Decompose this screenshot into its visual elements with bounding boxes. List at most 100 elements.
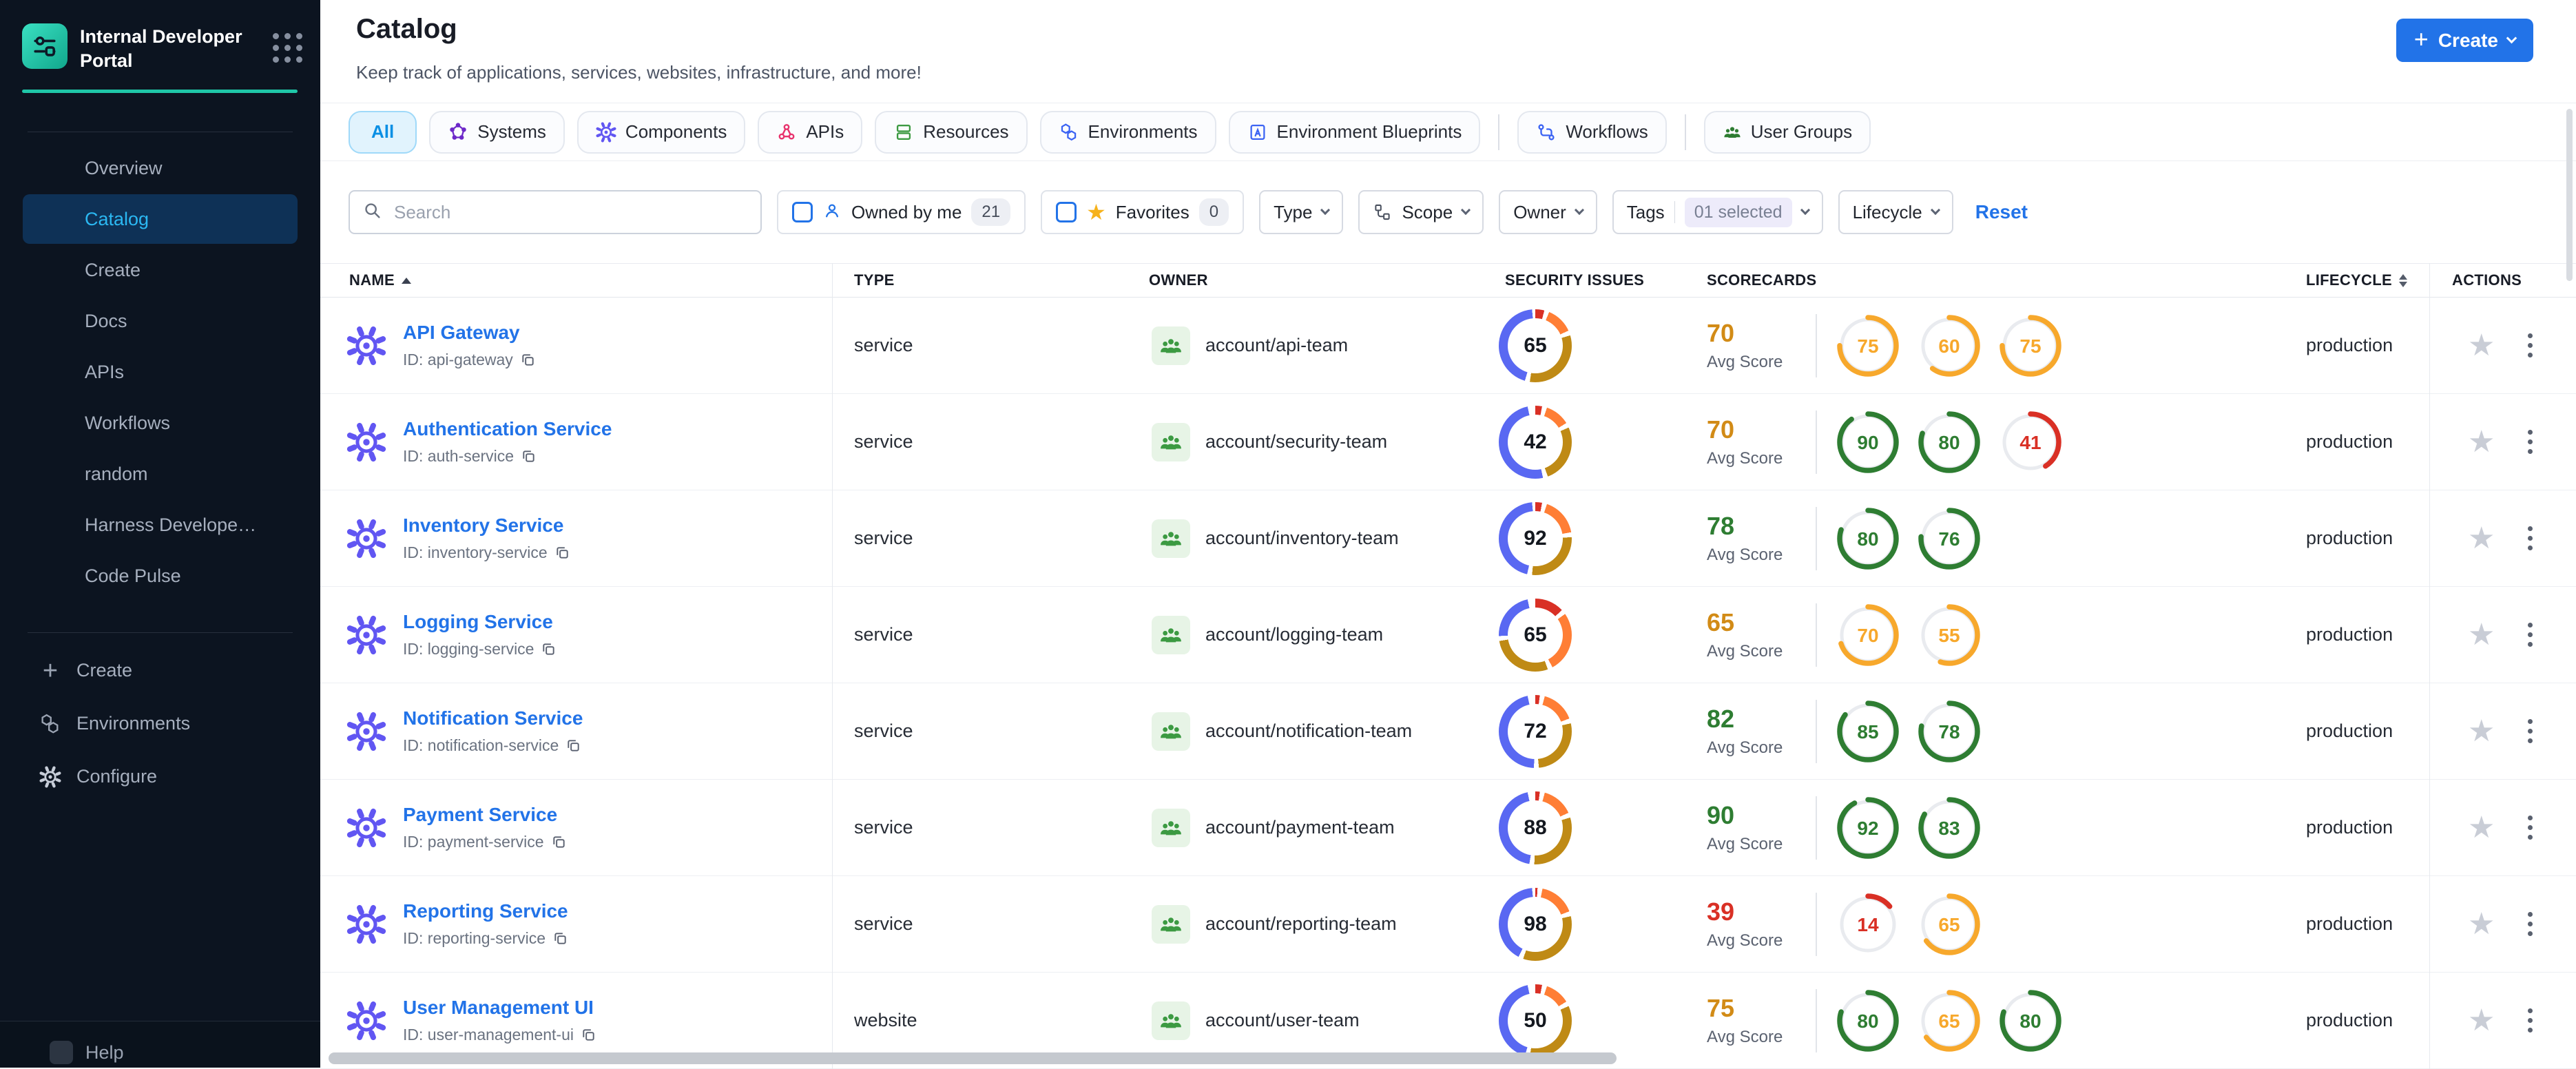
avg-score: 82 Avg Score [1707, 705, 1798, 758]
owner-name: account/security-team [1205, 431, 1388, 452]
entity-id: ID: inventory-service [403, 543, 570, 562]
sidebar-item-docs[interactable]: Docs [23, 296, 298, 346]
favorites-checkbox[interactable] [1056, 202, 1077, 222]
column-header-security-issues[interactable]: SECURITY ISSUES [1486, 271, 1686, 289]
row-menu-icon[interactable] [2524, 1004, 2537, 1037]
favorite-star-icon[interactable]: ★ [2468, 812, 2495, 843]
entity-name-link[interactable]: Notification Service [403, 707, 583, 729]
create-button[interactable]: + Create [2396, 19, 2533, 62]
entity-name-link[interactable]: API Gateway [403, 322, 536, 344]
sidebar-item-environments[interactable]: Environments [0, 697, 320, 750]
copy-icon[interactable] [521, 448, 537, 464]
search-input[interactable] [393, 200, 748, 224]
entity-name-link[interactable]: User Management UI [403, 997, 596, 1019]
column-header-type[interactable]: TYPE [832, 271, 1128, 289]
name-stack: Logging Service ID: logging-service [403, 611, 557, 658]
avg-score-label: Avg Score [1707, 1028, 1783, 1046]
favorite-star-icon[interactable]: ★ [2468, 426, 2495, 457]
tab-workflows[interactable]: Workflows [1517, 110, 1667, 154]
chevron-down-icon [1800, 205, 1810, 216]
row-menu-icon[interactable] [2524, 908, 2537, 940]
sidebar-item-overview[interactable]: Overview [23, 143, 298, 193]
copy-icon[interactable] [554, 545, 570, 561]
tab-components[interactable]: Components [577, 110, 746, 154]
column-header-lifecycle[interactable]: LIFECYCLE [2258, 271, 2429, 289]
sidebar-item-create[interactable]: + Create [0, 644, 320, 697]
copy-icon[interactable] [541, 641, 557, 657]
favorite-star-icon[interactable]: ★ [2468, 619, 2495, 650]
blueprints-icon [1247, 122, 1268, 143]
column-header-actions[interactable]: ACTIONS [2429, 271, 2576, 289]
tab-apis[interactable]: APIs [758, 110, 863, 154]
sidebar-item-help[interactable]: Help [0, 1041, 320, 1064]
row-menu-icon[interactable] [2524, 715, 2537, 747]
owned-by-me-filter[interactable]: Owned by me 21 [777, 190, 1026, 234]
vertical-scrollbar-thumb[interactable] [2566, 109, 2573, 281]
entity-name-link[interactable]: Payment Service [403, 804, 567, 826]
sidebar-item-workflows[interactable]: Workflows [23, 398, 298, 448]
sidebar-item-random[interactable]: random [23, 449, 298, 499]
tab-label: Environments [1088, 121, 1198, 142]
actions-cell: ★ [2429, 426, 2576, 458]
sidebar-item-label: Create [76, 660, 133, 681]
favorites-filter[interactable]: ★ Favorites 0 [1041, 190, 1245, 234]
sidebar-item-code-pulse[interactable]: Code Pulse [23, 551, 298, 601]
row-menu-icon[interactable] [2524, 619, 2537, 651]
favorite-star-icon[interactable]: ★ [2468, 716, 2495, 747]
entity-name-link[interactable]: Logging Service [403, 611, 557, 633]
horizontal-scrollbar-thumb[interactable] [329, 1052, 1617, 1064]
filter-type[interactable]: Type [1259, 190, 1344, 234]
copy-icon[interactable] [581, 1027, 596, 1043]
kind-tabs: All Systems Components APIs Resources Environ… [320, 103, 2576, 161]
tab-label: All [371, 121, 395, 142]
sidebar-item-harness-develope[interactable]: Harness Develope… [23, 500, 298, 550]
favorite-star-icon[interactable]: ★ [2468, 523, 2495, 554]
owned-by-me-checkbox[interactable] [792, 202, 813, 222]
filter-owner[interactable]: Owner [1499, 190, 1597, 234]
row-menu-icon[interactable] [2524, 426, 2537, 458]
reset-filters-button[interactable]: Reset [1975, 201, 2028, 223]
sidebar-item-catalog[interactable]: Catalog [23, 194, 298, 245]
copy-icon[interactable] [565, 738, 581, 754]
star-icon: ★ [1086, 200, 1106, 225]
column-header-name[interactable]: NAME [320, 271, 832, 289]
copy-icon[interactable] [552, 931, 568, 946]
app-switcher-icon[interactable] [273, 33, 302, 63]
team-icon [1152, 1001, 1190, 1040]
favorite-star-icon[interactable]: ★ [2468, 330, 2495, 361]
page-subtitle: Keep track of applications, services, we… [356, 62, 922, 83]
name-stack: Payment Service ID: payment-service [403, 804, 567, 851]
tab-user-groups[interactable]: User Groups [1703, 110, 1871, 154]
search-box [349, 190, 762, 234]
tab-systems[interactable]: Systems [429, 110, 565, 154]
row-menu-icon[interactable] [2524, 329, 2537, 362]
tab-resources[interactable]: Resources [875, 110, 1028, 154]
component-gear-icon [346, 422, 386, 462]
copy-icon[interactable] [520, 352, 536, 368]
sidebar-item-apis[interactable]: APIs [23, 347, 298, 397]
accent-bar [22, 90, 298, 94]
tab-environment-blueprints[interactable]: Environment Blueprints [1228, 110, 1481, 154]
entity-name-link[interactable]: Reporting Service [403, 900, 568, 922]
tab-all[interactable]: All [349, 110, 417, 154]
entity-name-link[interactable]: Authentication Service [403, 418, 612, 440]
tab-label: Components [625, 121, 727, 142]
sidebar-item-create[interactable]: Create [23, 245, 298, 295]
filter-lifecycle[interactable]: Lifecycle [1838, 190, 1953, 234]
copy-icon[interactable] [551, 834, 567, 850]
security-issues-gauge: 92 [1499, 501, 1572, 575]
favorite-star-icon[interactable]: ★ [2468, 909, 2495, 940]
tab-environments[interactable]: Environments [1039, 110, 1216, 154]
column-header-scorecards[interactable]: SCORECARDS [1686, 271, 2258, 289]
entity-name-link[interactable]: Inventory Service [403, 515, 570, 537]
row-menu-icon[interactable] [2524, 522, 2537, 554]
scorecards-cell: 82 Avg Score 85 78 [1686, 698, 2258, 765]
filter-tags[interactable]: Tags 01 selected [1612, 190, 1823, 234]
favorite-star-icon[interactable]: ★ [2468, 1005, 2495, 1036]
column-header-owner[interactable]: OWNER [1128, 271, 1486, 289]
sidebar-divider [28, 632, 293, 633]
row-menu-icon[interactable] [2524, 811, 2537, 844]
entity-id: ID: logging-service [403, 640, 557, 658]
sidebar-item-configure[interactable]: Configure [0, 750, 320, 803]
filter-scope[interactable]: Scope [1358, 190, 1484, 234]
